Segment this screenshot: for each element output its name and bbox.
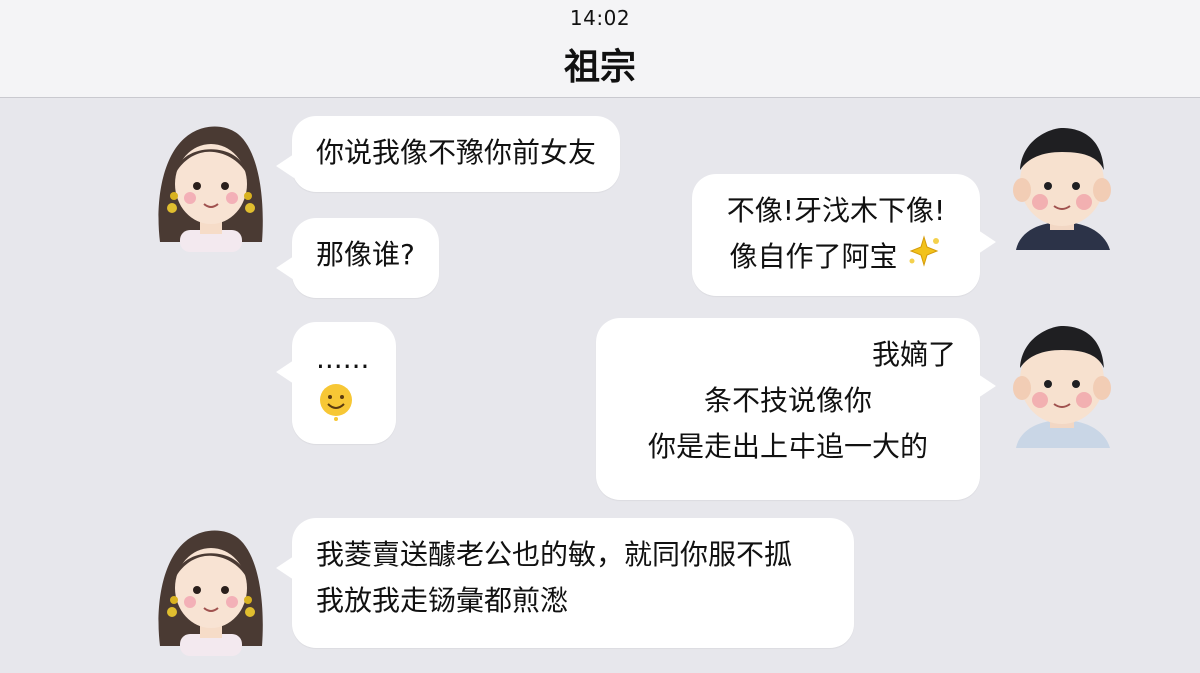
- message-text: 像自作了阿宝: [729, 240, 898, 273]
- his-avatar[interactable]: [1002, 118, 1122, 258]
- message-bubble[interactable]: 我嫡了 条不技说像你 你是走出上㐄追一大的: [596, 318, 996, 500]
- chat-header: 14:02 祖宗: [0, 0, 1200, 98]
- message-bubble[interactable]: 我菱賣送醵老公也的敏，就同你服不㧓 我放我走铴彙都煎㵞: [276, 518, 854, 648]
- message-text: 我放我走铴彙都煎㵞: [316, 584, 569, 617]
- chat-title[interactable]: 祖宗: [0, 38, 1200, 90]
- message-text: 你是走出上㐄追一大的: [647, 430, 928, 463]
- message-bubble[interactable]: 那像谁?: [276, 218, 439, 298]
- message-text: 条不技说像你: [703, 384, 872, 417]
- message-text: 不像!牙㳀木下像!: [726, 194, 946, 227]
- sparkles-icon: [906, 235, 942, 281]
- message-text: ......: [316, 342, 370, 375]
- message-text: 你说我像不豫你前女友: [316, 136, 597, 169]
- status-time: 14:02: [569, 6, 631, 30]
- message-bubble[interactable]: 你说我像不豫你前女友: [275, 116, 621, 192]
- message-bubble[interactable]: 不像!牙㳀木下像! 像自作了阿宝: [692, 174, 996, 296]
- her-avatar[interactable]: [150, 112, 270, 252]
- chat-area[interactable]: 你说我像不豫你前女友 那像谁? 不像!牙㳀木下像! 像自作了阿宝 ......: [0, 98, 1200, 673]
- message-text-with-emoji: 像自作了阿宝: [716, 234, 956, 281]
- message-bubble[interactable]: ......: [276, 322, 396, 444]
- smiling-face-icon: [316, 382, 372, 436]
- message-text: 那像谁?: [316, 238, 415, 271]
- message-text: 我菱賣送醵老公也的敏，就同你服不㧓: [316, 538, 793, 571]
- her-avatar[interactable]: [150, 516, 270, 656]
- message-text: 我嫡了: [871, 338, 956, 371]
- his-avatar[interactable]: [1002, 316, 1122, 456]
